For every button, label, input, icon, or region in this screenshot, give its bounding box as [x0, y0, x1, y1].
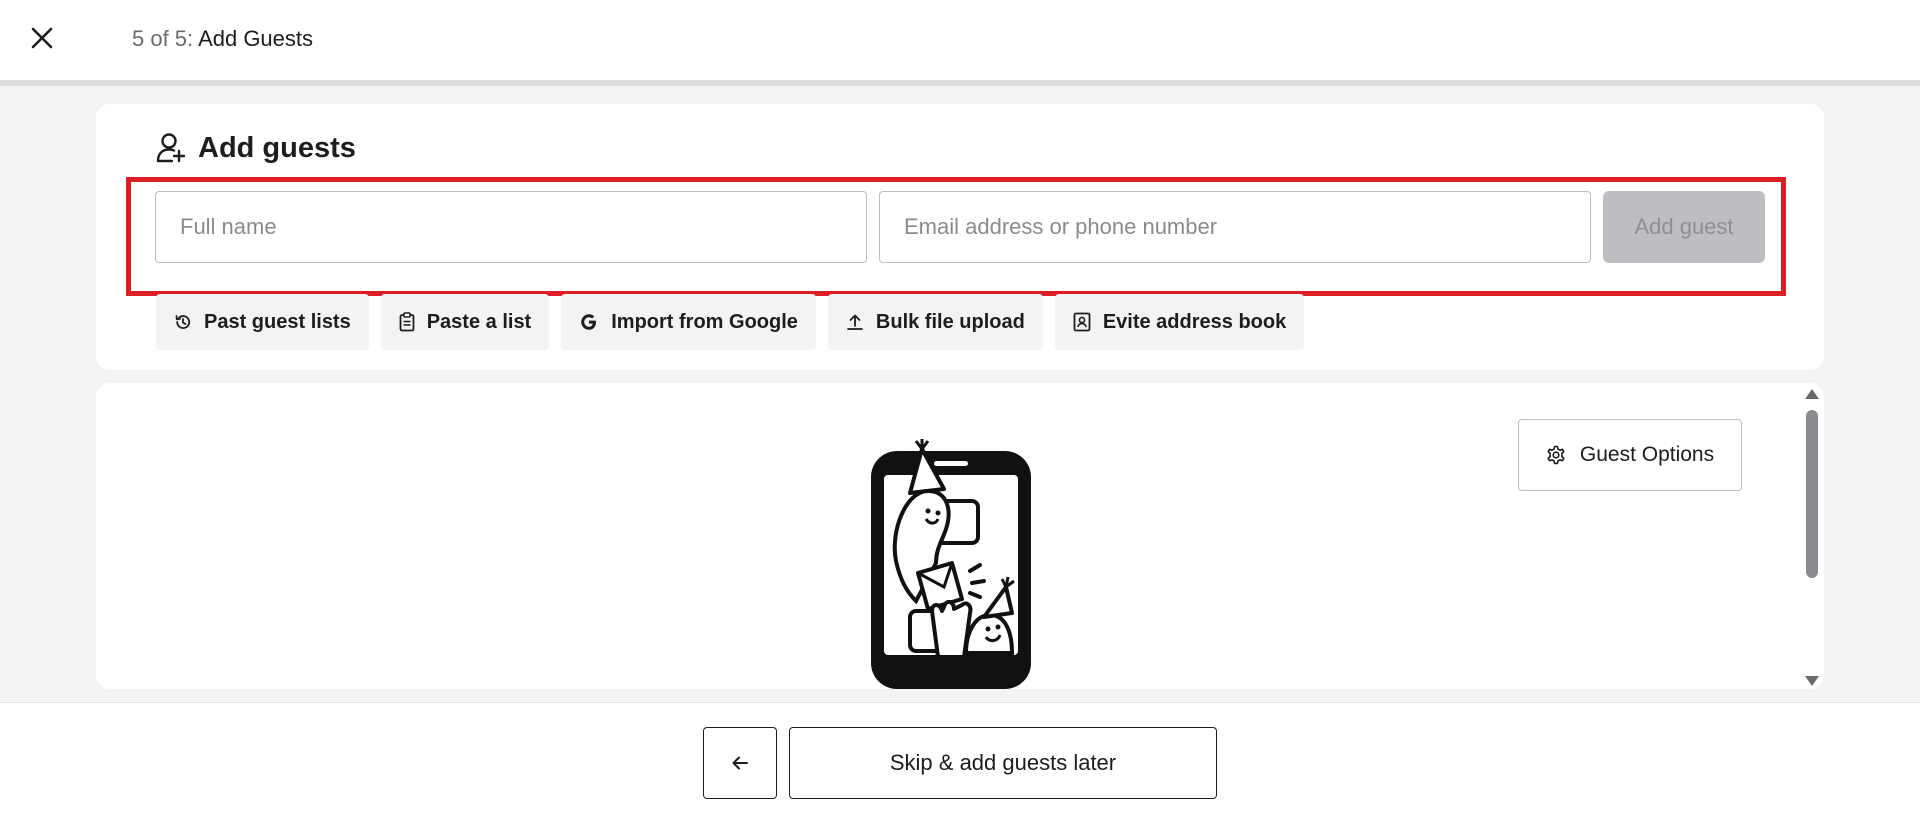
address-book-icon — [1073, 312, 1091, 332]
paste-list-button[interactable]: Paste a list — [380, 294, 550, 350]
import-options: Past guest lists Paste a list Import fro… — [156, 294, 1305, 350]
add-guests-card: Add guests Add guest Past guest lists Pa… — [96, 104, 1824, 370]
clipboard-icon — [399, 312, 415, 332]
step-title: Add Guests — [198, 26, 314, 51]
step-count: 5 of 5: — [132, 26, 194, 51]
guest-options-button[interactable]: Guest Options — [1518, 419, 1742, 491]
footer-bar: Skip & add guests later — [0, 702, 1920, 816]
scroll-down-arrow-icon[interactable] — [1805, 676, 1819, 686]
top-bar: 5 of 5: Add Guests — [0, 0, 1920, 86]
paste-list-label: Paste a list — [426, 310, 532, 333]
guest-list-card: Guest Options — [96, 383, 1824, 689]
add-guests-header: Add guests — [156, 130, 356, 166]
import-google-label: Import from Google — [611, 310, 798, 333]
upload-icon — [847, 314, 863, 330]
step-indicator: 5 of 5: Add Guests — [132, 25, 313, 53]
guest-list-scrollbar[interactable] — [1802, 386, 1822, 688]
bulk-upload-button[interactable]: Bulk file upload — [827, 294, 1043, 350]
close-icon — [31, 27, 53, 49]
bulk-upload-label: Bulk file upload — [875, 310, 1025, 333]
import-google-button[interactable]: Import from Google — [561, 294, 816, 350]
arrow-left-icon — [732, 756, 748, 770]
add-guest-button[interactable]: Add guest — [1603, 191, 1765, 263]
gear-icon — [1547, 445, 1565, 465]
guest-options-label: Guest Options — [1579, 443, 1715, 466]
add-guests-title: Add guests — [198, 132, 356, 164]
scroll-thumb[interactable] — [1806, 410, 1818, 578]
past-guest-lists-label: Past guest lists — [204, 310, 351, 333]
back-button[interactable] — [703, 727, 777, 799]
past-guest-lists-button[interactable]: Past guest lists — [156, 294, 369, 350]
party-phone-illustration — [871, 439, 1031, 689]
google-icon — [581, 314, 597, 330]
address-book-button[interactable]: Evite address book — [1054, 294, 1305, 350]
full-name-input[interactable] — [155, 191, 867, 263]
close-button[interactable] — [26, 22, 58, 54]
address-book-label: Evite address book — [1102, 310, 1287, 333]
scroll-up-arrow-icon[interactable] — [1805, 389, 1819, 399]
skip-add-guests-button[interactable]: Skip & add guests later — [789, 727, 1217, 799]
history-icon — [175, 315, 191, 329]
add-user-icon — [156, 133, 186, 163]
contact-input[interactable] — [879, 191, 1591, 263]
